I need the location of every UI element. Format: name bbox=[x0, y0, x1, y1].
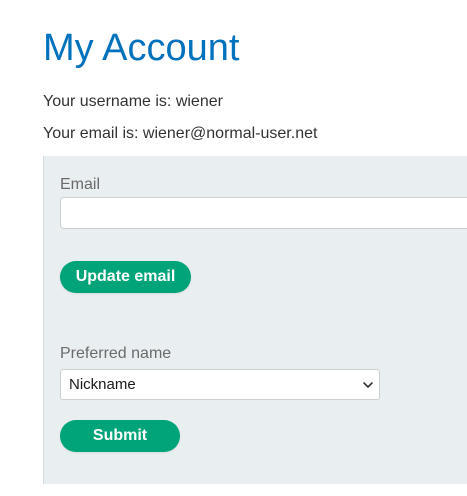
chevron-down-icon bbox=[363, 382, 373, 388]
email-label: Email bbox=[60, 176, 101, 193]
submit-button[interactable]: Submit bbox=[60, 420, 180, 452]
email-field[interactable] bbox=[60, 197, 467, 229]
account-form-panel: Email Update email Preferred name Nickna… bbox=[43, 156, 467, 484]
page-title: My Account bbox=[43, 27, 240, 69]
preferred-name-select[interactable]: Nickname bbox=[60, 369, 380, 400]
preferred-name-label: Preferred name bbox=[60, 345, 172, 362]
account-page: My Account Your username is: wiener Your… bbox=[0, 0, 467, 496]
username-text: Your username is: wiener bbox=[43, 93, 223, 110]
email-text: Your email is: wiener@normal-user.net bbox=[43, 125, 318, 142]
preferred-name-selected-value: Nickname bbox=[69, 376, 136, 393]
update-email-button[interactable]: Update email bbox=[60, 261, 191, 293]
